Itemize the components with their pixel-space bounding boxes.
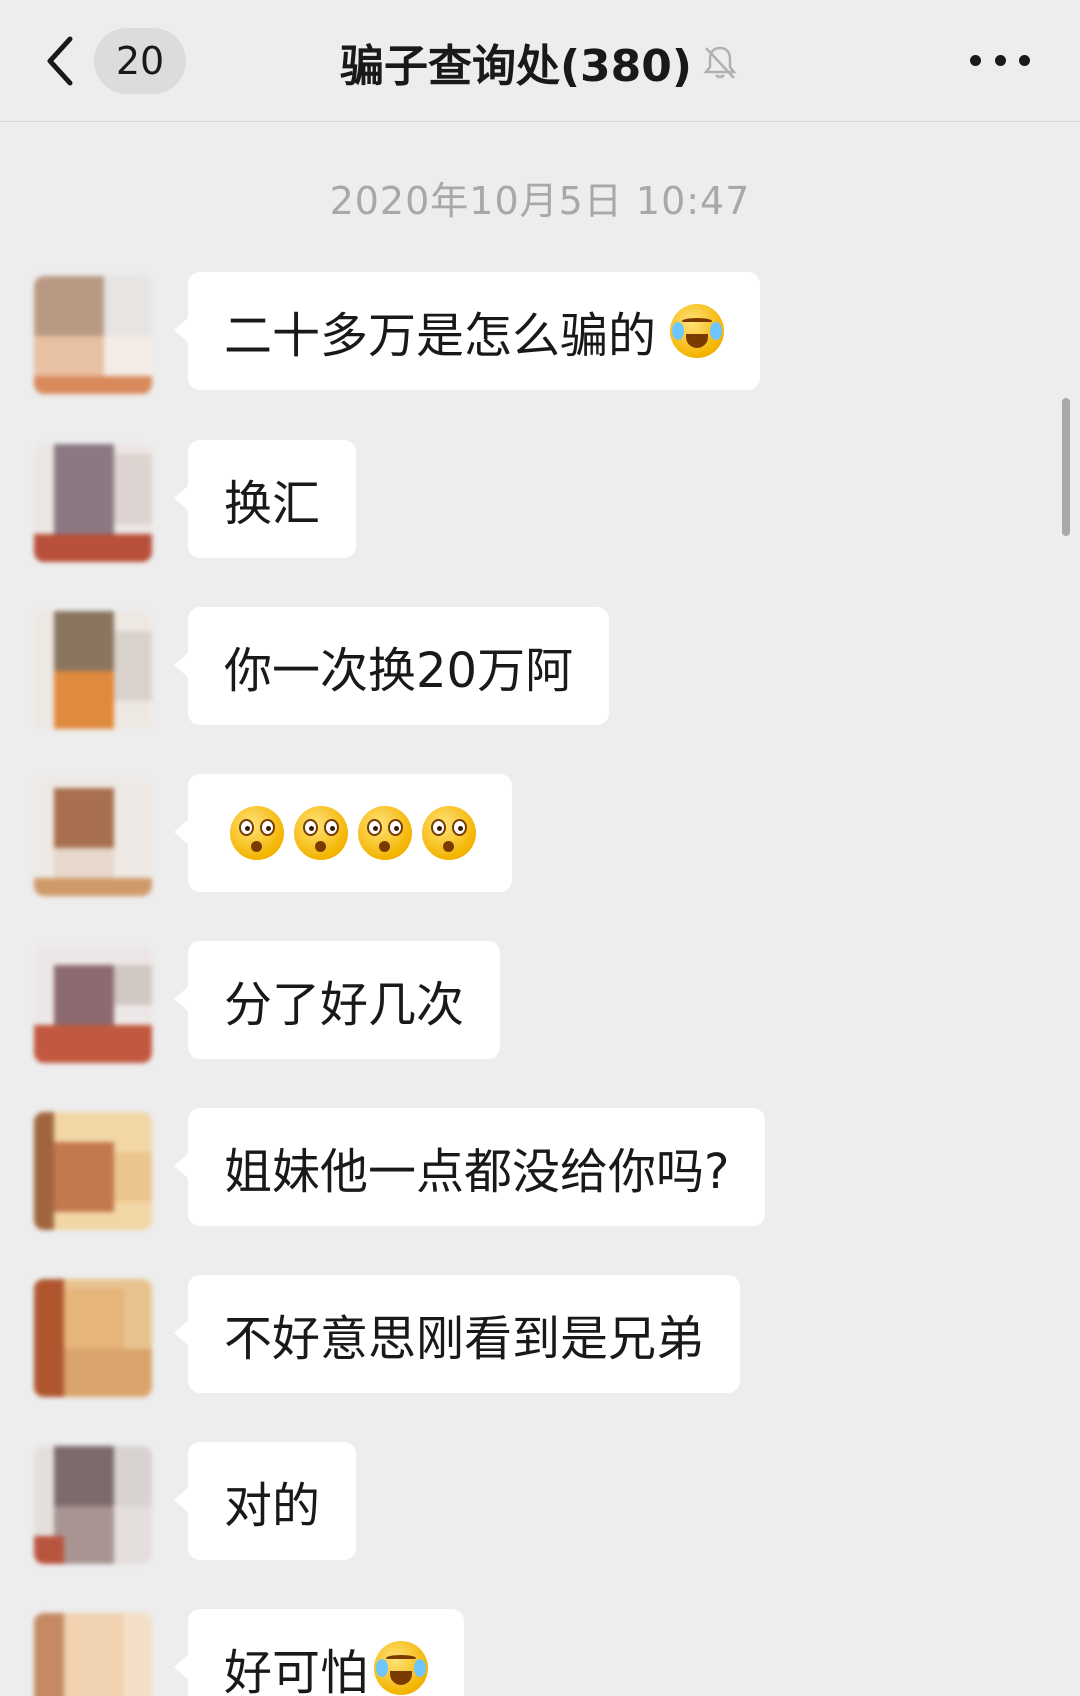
- shocked-face-icon: [358, 806, 412, 860]
- message-row: 对的: [0, 1442, 1080, 1564]
- message-row: 换汇: [0, 440, 1080, 562]
- message-bubble[interactable]: 好可怕: [173, 1609, 465, 1696]
- avatar[interactable]: [34, 1446, 152, 1564]
- message-text: 分了好几次: [224, 977, 465, 1033]
- avatar[interactable]: [34, 611, 152, 729]
- message-bubble[interactable]: 你一次换20万阿: [173, 607, 610, 725]
- avatar[interactable]: [34, 276, 152, 394]
- cry-icon: [374, 1641, 429, 1695]
- message-text: 不好意思刚看到是兄弟: [224, 1311, 705, 1367]
- chat-header: 20 骗子查询处(380): [0, 0, 1080, 122]
- shocked-face-icon: [230, 806, 284, 860]
- message-text: 好可怕: [224, 1645, 369, 1696]
- avatar[interactable]: [34, 1112, 152, 1230]
- message-row: 好可怕: [0, 1609, 1080, 1696]
- cry-icon: [670, 304, 725, 358]
- more-dot-icon: [994, 54, 1006, 66]
- message-text: 你一次换20万阿: [224, 643, 574, 699]
- message-bubble[interactable]: 不好意思刚看到是兄弟: [173, 1275, 741, 1393]
- message-row: [0, 774, 1080, 896]
- message-row: 分了好几次: [0, 941, 1080, 1063]
- emoji-sequence: [224, 806, 476, 860]
- unread-count-badge: 20: [94, 28, 186, 94]
- more-dot-icon: [1019, 54, 1030, 66]
- message-text: 对的: [224, 1478, 321, 1534]
- chat-title: 骗子查询处(380): [339, 41, 693, 92]
- message-text: 姐妹他一点都没给你吗?: [224, 1144, 730, 1200]
- avatar[interactable]: [34, 1613, 152, 1696]
- back-button[interactable]: 20: [40, 28, 190, 94]
- message-row: 姐妹他一点都没给你吗?: [0, 1108, 1080, 1230]
- chat-screen: 20 骗子查询处(380) 2020年10月5日 10:47 二十多万是怎么骗的: [0, 0, 1080, 1696]
- message-bubble[interactable]: 姐妹他一点都没给你吗?: [173, 1108, 766, 1226]
- muted-bell-icon: [703, 46, 737, 79]
- message-text: 二十多万是怎么骗的: [224, 308, 657, 364]
- message-bubble[interactable]: [174, 774, 512, 892]
- avatar[interactable]: [34, 1279, 152, 1397]
- message-bubble[interactable]: 二十多万是怎么骗的: [173, 272, 761, 390]
- shocked-face-icon: [422, 806, 476, 860]
- avatar[interactable]: [34, 444, 152, 562]
- message-bubble[interactable]: 换汇: [173, 440, 357, 558]
- message-row: 二十多万是怎么骗的: [0, 272, 1080, 394]
- message-row: 你一次换20万阿: [0, 607, 1080, 729]
- message-bubble[interactable]: 对的: [173, 1442, 357, 1560]
- chevron-left-icon: [47, 36, 73, 86]
- avatar[interactable]: [34, 945, 152, 1063]
- more-dot-icon: [970, 54, 981, 66]
- title-area: 骗子查询处(380): [200, 26, 880, 98]
- message-text: 换汇: [224, 476, 321, 532]
- message-bubble[interactable]: 分了好几次: [173, 941, 501, 1059]
- shocked-face-icon: [294, 806, 348, 860]
- message-row: 不好意思刚看到是兄弟: [0, 1275, 1080, 1397]
- avatar[interactable]: [34, 778, 152, 896]
- message-timestamp: 2020年10月5日 10:47: [329, 179, 751, 223]
- more-options-button[interactable]: [970, 40, 1030, 80]
